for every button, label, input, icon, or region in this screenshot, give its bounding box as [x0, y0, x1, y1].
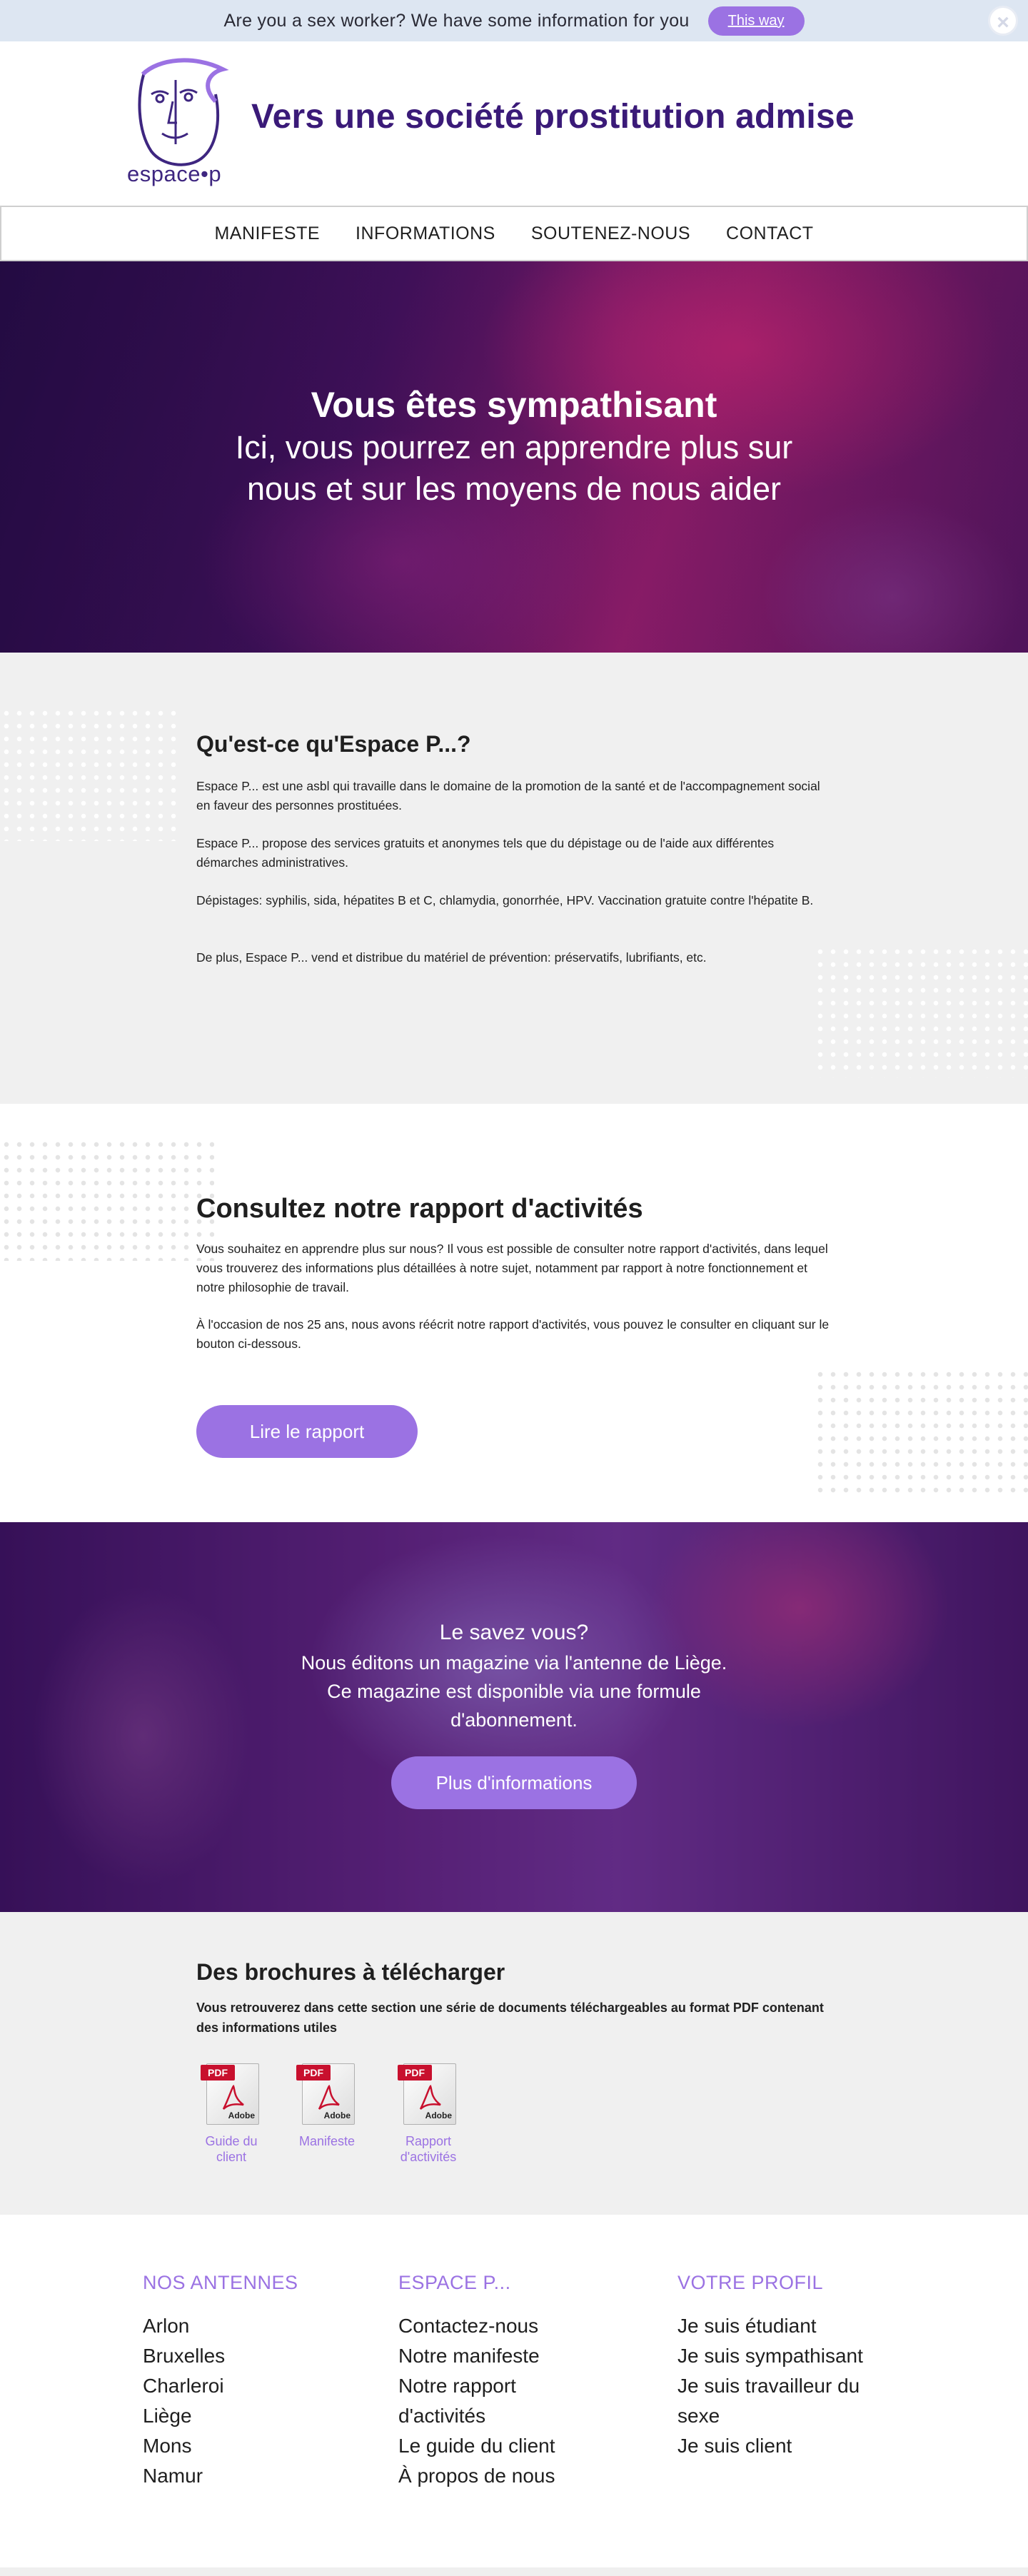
- footer-link[interactable]: Charleroi: [143, 2371, 371, 2401]
- document-manifeste[interactable]: PDF Adobe Manifeste: [284, 2063, 370, 2149]
- brochures-description: Vous retrouverez dans cette section une …: [196, 2001, 824, 2035]
- bottom-strip: [0, 2567, 1028, 2576]
- footer-column-antennes: NOS ANTENNES Arlon Bruxelles Charleroi L…: [143, 2272, 371, 2491]
- document-label[interactable]: Rapport d'activités: [386, 2133, 471, 2165]
- magazine-line: Nous éditons un magazine via l'antenne d…: [301, 1652, 727, 1674]
- footer-link[interactable]: À propos de nous: [398, 2461, 605, 2491]
- main-nav: MANIFESTE INFORMATIONS SOUTENEZ-NOUS CON…: [0, 206, 1028, 261]
- read-report-button[interactable]: Lire le rapport: [196, 1405, 418, 1458]
- dot-pattern: [814, 945, 1028, 1078]
- pdf-icon: PDF Adobe: [296, 2063, 358, 2126]
- dot-pattern: [0, 1138, 214, 1261]
- footer-column-profil: VOTRE PROFIL Je suis étudiant Je suis sy…: [677, 2272, 906, 2461]
- document-label[interactable]: Manifeste: [284, 2133, 370, 2149]
- footer-link[interactable]: Arlon: [143, 2311, 371, 2341]
- report-section: Consultez notre rapport d'activités Vous…: [0, 1104, 1028, 1522]
- document-guide-du-client[interactable]: PDF Adobe Guide du client: [188, 2063, 274, 2165]
- footer-link[interactable]: Je suis travailleur du sexe: [677, 2371, 906, 2431]
- pdf-icon: PDF Adobe: [398, 2063, 459, 2126]
- footer-link[interactable]: Bruxelles: [143, 2341, 371, 2371]
- magazine-line: d'abonnement.: [450, 1709, 578, 1731]
- footer-link[interactable]: Notre rapport d'activités: [398, 2371, 605, 2431]
- footer-link[interactable]: Contactez-nous: [398, 2311, 605, 2341]
- about-paragraph: De plus, Espace P... vend et distribue d…: [196, 950, 707, 965]
- nav-item-manifeste[interactable]: MANIFESTE: [214, 223, 320, 244]
- magazine-banner: Le savez vous? Nous éditons un magazine …: [0, 1522, 1028, 1912]
- report-paragraph: À l'occasion de nos 25 ans, nous avons r…: [196, 1317, 830, 1351]
- footer-link[interactable]: Mons: [143, 2431, 371, 2461]
- about-paragraph: Espace P... est une asbl qui travaille d…: [196, 779, 820, 812]
- notice-bar: Are you a sex worker? We have some infor…: [0, 0, 1028, 41]
- report-title: Consultez notre rapport d'activités: [196, 1194, 643, 1224]
- footer-heading: ESPACE P...: [398, 2272, 511, 2293]
- nav-item-informations[interactable]: INFORMATIONS: [356, 223, 495, 244]
- report-paragraph: Vous souhaitez en apprendre plus sur nou…: [196, 1242, 828, 1294]
- nav-item-contact[interactable]: CONTACT: [726, 223, 813, 244]
- nav-item-soutenez-nous[interactable]: SOUTENEZ-NOUS: [531, 223, 690, 244]
- footer-link[interactable]: Namur: [143, 2461, 371, 2491]
- dot-pattern: [0, 707, 178, 841]
- dot-pattern: [814, 1368, 1028, 1494]
- this-way-button[interactable]: This way: [707, 6, 805, 36]
- hero-subtitle: Ici, vous pourrez en apprendre plus sur …: [235, 429, 793, 507]
- footer-link[interactable]: Je suis client: [677, 2431, 906, 2461]
- hero-title: Vous êtes sympathisant: [311, 385, 717, 425]
- magazine-line: Ce magazine est disponible via une formu…: [327, 1681, 701, 1702]
- footer-link[interactable]: Liège: [143, 2401, 371, 2431]
- hero-banner: Vous êtes sympathisant Ici, vous pourrez…: [0, 261, 1028, 653]
- footer-link[interactable]: Je suis sympathisant: [677, 2341, 906, 2371]
- site-header: espace•p Vers une société prostitution a…: [0, 41, 1028, 206]
- footer-heading: NOS ANTENNES: [143, 2272, 298, 2293]
- footer-link[interactable]: Notre manifeste: [398, 2341, 605, 2371]
- about-section: Qu'est-ce qu'Espace P...? Espace P... es…: [0, 653, 1028, 1104]
- site-title: Vers une société prostitution admise: [251, 98, 855, 136]
- footer-link[interactable]: Le guide du client: [398, 2431, 605, 2461]
- notice-message: Are you a sex worker? We have some infor…: [223, 10, 690, 31]
- about-paragraph: Espace P... propose des services gratuit…: [196, 836, 775, 870]
- document-rapport-activites[interactable]: PDF Adobe Rapport d'activités: [386, 2063, 471, 2165]
- more-info-button[interactable]: Plus d'informations: [391, 1756, 637, 1809]
- close-icon[interactable]: ×: [988, 6, 1018, 36]
- footer-heading: VOTRE PROFIL: [677, 2272, 824, 2293]
- pdf-icon: PDF Adobe: [201, 2063, 262, 2126]
- document-label[interactable]: Guide du client: [188, 2133, 274, 2165]
- footer-column-espace-p: ESPACE P... Contactez-nous Notre manifes…: [398, 2272, 605, 2491]
- about-paragraph: Dépistages: syphilis, sida, hépatites B …: [196, 893, 814, 907]
- magazine-title: Le savez vous?: [439, 1621, 589, 1644]
- logo-text: espace•p: [127, 161, 222, 186]
- brochures-section: Des brochures à télécharger Vous retrouv…: [0, 1912, 1028, 2215]
- about-title: Qu'est-ce qu'Espace P...?: [196, 731, 471, 757]
- brochures-title: Des brochures à télécharger: [196, 1959, 505, 1985]
- footer-link[interactable]: Je suis étudiant: [677, 2311, 906, 2341]
- site-footer: NOS ANTENNES Arlon Bruxelles Charleroi L…: [0, 2215, 1028, 2567]
